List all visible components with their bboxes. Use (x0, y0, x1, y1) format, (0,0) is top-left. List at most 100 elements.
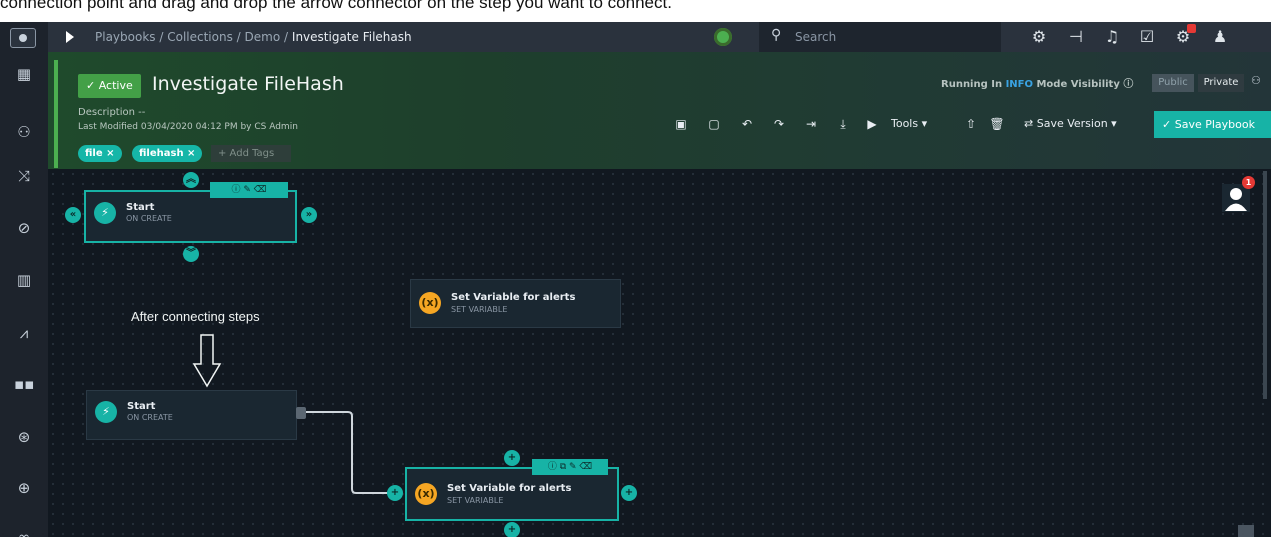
check-icon: ✓ (86, 79, 99, 92)
save-playbook-button[interactable]: ✓ Save Playbook (1154, 111, 1271, 138)
tag-chip[interactable]: filehash × (132, 145, 203, 162)
caret-down-icon: ▾ (1111, 117, 1117, 130)
left-nav-rail: ▦ ⚇ ⤨ ⊘ ▥ ⩘ ▪▪ ⊛ ⊕ ∞ (0, 22, 48, 537)
redo-icon[interactable]: ↷ (768, 113, 790, 135)
globe-icon[interactable]: ⊕ (14, 478, 34, 498)
clipboard-icon[interactable]: ☑ (1136, 26, 1158, 48)
running-mode[interactable]: INFO (1006, 79, 1033, 90)
down-arrow-icon (192, 334, 222, 388)
step-subtitle: ON CREATE (126, 214, 172, 223)
check-icon: ✓ (1162, 118, 1175, 131)
bolt-icon[interactable]: ⊘ (14, 218, 34, 238)
variable-icon: (x) (419, 292, 441, 314)
dashboard-icon[interactable]: ▦ (14, 64, 34, 84)
add-step-down-icon[interactable]: + (504, 522, 520, 537)
workflow-icon[interactable]: ⊣ (1065, 26, 1087, 48)
visibility-private-button[interactable]: Private (1198, 74, 1244, 92)
active-toggle-button[interactable]: ✓ Active (78, 74, 141, 98)
add-step-right-icon[interactable]: + (621, 485, 637, 501)
search-icon: ⚲ (771, 27, 782, 43)
save-version-dropdown[interactable]: ⇄ Save Version ▾ (1018, 113, 1152, 135)
save-icon[interactable]: ▣ (670, 113, 692, 135)
briefcase-icon[interactable]: ▥ (14, 270, 34, 290)
breadcrumb: Playbooks / Collections / Demo / Investi… (95, 30, 412, 44)
breadcrumb-item[interactable]: Demo (245, 30, 281, 44)
canvas-scrollbar[interactable] (1263, 171, 1267, 399)
system-status-icon[interactable] (714, 28, 732, 46)
visibility-label: Visibility (1070, 79, 1120, 90)
search-box[interactable]: ⚲ (759, 22, 1001, 52)
save-version-label: Save Version (1036, 117, 1108, 130)
collapse-up-icon[interactable]: ︽ (183, 172, 199, 188)
step-subtitle: SET VARIABLE (451, 305, 508, 314)
undo-icon[interactable]: ↶ (736, 113, 758, 135)
playbook-description[interactable]: Description -- (78, 107, 145, 118)
step-title: Set Variable for alerts (447, 483, 572, 494)
step-subtitle: ON CREATE (127, 413, 173, 422)
admin-alert-icon[interactable]: ⚙ (1172, 24, 1196, 48)
tutorial-caption: connection point and drag and drop the a… (0, 0, 672, 12)
note-icon[interactable]: ▢ (703, 113, 725, 135)
set-variable-step-node[interactable]: (x) Set Variable for alerts SET VARIABLE (405, 467, 619, 521)
trigger-icon: ⚡ (94, 202, 116, 224)
top-header: Playbooks / Collections / Demo / Investi… (48, 22, 1271, 52)
breadcrumb-separator: / (236, 30, 241, 44)
breadcrumb-current: Investigate Filehash (291, 30, 412, 44)
breadcrumb-item[interactable]: Playbooks (95, 30, 156, 44)
info-icon[interactable]: ⓘ (1123, 79, 1133, 90)
step-action-toolbar[interactable]: ⓘ ⧉ ✎ ⌫ (532, 459, 608, 475)
chart-icon[interactable]: ⩘ (14, 323, 34, 343)
add-step-left-icon[interactable]: + (387, 485, 403, 501)
step-title: Set Variable for alerts (451, 292, 576, 303)
user-icon[interactable]: ♟ (1209, 26, 1231, 48)
active-label: Active (98, 79, 133, 92)
align-horizontal-icon[interactable]: ⇥ (800, 113, 822, 135)
save-playbook-label: Save Playbook (1174, 118, 1255, 131)
settings-icon[interactable]: ⚙ (1028, 26, 1050, 48)
annotation-label: After connecting steps (131, 309, 260, 324)
caret-down-icon: ▾ (921, 117, 928, 130)
step-action-toolbar[interactable]: ⓘ ✎ ⌫ (210, 182, 288, 198)
app-logo-icon[interactable] (10, 28, 36, 48)
export-icon[interactable]: ⇧ (960, 113, 982, 135)
collapse-down-icon[interactable]: ︾ (183, 246, 199, 262)
align-vertical-icon[interactable]: ⤓ (832, 113, 854, 135)
zoom-in-icon[interactable] (1238, 525, 1254, 537)
breadcrumb-item[interactable]: Collections (167, 30, 233, 44)
search-input[interactable] (795, 27, 985, 47)
tools-label: Tools (891, 117, 919, 130)
connection-port[interactable] (296, 407, 306, 419)
add-tags-input[interactable]: + Add Tags (211, 145, 291, 162)
tag-chip[interactable]: file × (78, 145, 122, 162)
delete-icon[interactable]: 🗑 (986, 113, 1008, 135)
more-icon[interactable]: ∞ (14, 527, 34, 537)
version-icon: ⇄ (1024, 117, 1037, 130)
users-icon[interactable]: ⚇ (14, 122, 34, 142)
play-icon[interactable]: ▶ (861, 113, 883, 135)
visibility-public-button[interactable]: Public (1152, 74, 1194, 92)
status-accent-bar (54, 60, 58, 168)
set-variable-step-node[interactable]: (x) Set Variable for alerts SET VARIABLE (410, 279, 621, 328)
variable-icon: (x) (415, 483, 437, 505)
tag-label: file (85, 148, 103, 159)
shuffle-icon[interactable]: ⤨ (14, 166, 34, 186)
shield-icon[interactable]: ⊛ (14, 427, 34, 447)
add-step-up-icon[interactable]: + (504, 450, 520, 466)
notification-count-badge: 1 (1242, 176, 1255, 189)
start-step-node[interactable]: ⚡ Start ON CREATE (86, 390, 297, 440)
trigger-icon: ⚡ (95, 401, 117, 423)
playbook-header: ✓ Active Investigate FileHash Descriptio… (48, 52, 1271, 169)
breadcrumb-separator: / (159, 30, 164, 44)
running-mode-text: Running In INFO Mode Visibility ⓘ (941, 75, 1133, 90)
collapse-left-icon[interactable]: « (65, 207, 81, 223)
running-suffix: Mode (1036, 79, 1068, 90)
collapse-right-icon[interactable]: » (301, 207, 317, 223)
expand-nav-icon[interactable] (66, 31, 74, 43)
bell-icon[interactable]: ♫ (1101, 26, 1123, 48)
tools-dropdown[interactable]: Tools ▾ (891, 113, 951, 135)
team-icon[interactable]: ⚇ (1251, 74, 1261, 87)
apps-grid-icon[interactable]: ▪▪ (14, 374, 34, 394)
page: connection point and drag and drop the a… (0, 0, 1271, 537)
last-modified-text: Last Modified 03/04/2020 04:12 PM by CS … (78, 122, 298, 132)
playbook-title[interactable]: Investigate FileHash (152, 73, 344, 95)
